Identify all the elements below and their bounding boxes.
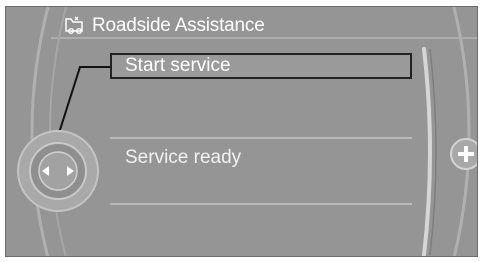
add-button[interactable] (449, 137, 478, 171)
menu-item-label: Service ready (125, 147, 242, 168)
menu-item-label: Start service (125, 55, 231, 76)
menu-item-start-service[interactable]: Start service (110, 53, 412, 79)
controller-knob[interactable] (16, 129, 100, 213)
right-arc-outer (452, 7, 471, 256)
header: Roadside Assistance (64, 13, 265, 39)
menu-item-service-ready[interactable]: Service ready (110, 145, 412, 171)
page-title: Roadside Assistance (92, 15, 265, 36)
roadside-assistance-icon (65, 16, 83, 34)
scroll-track[interactable] (420, 47, 438, 257)
idrive-screen: Roadside Assistance Start service Servic… (5, 6, 478, 257)
